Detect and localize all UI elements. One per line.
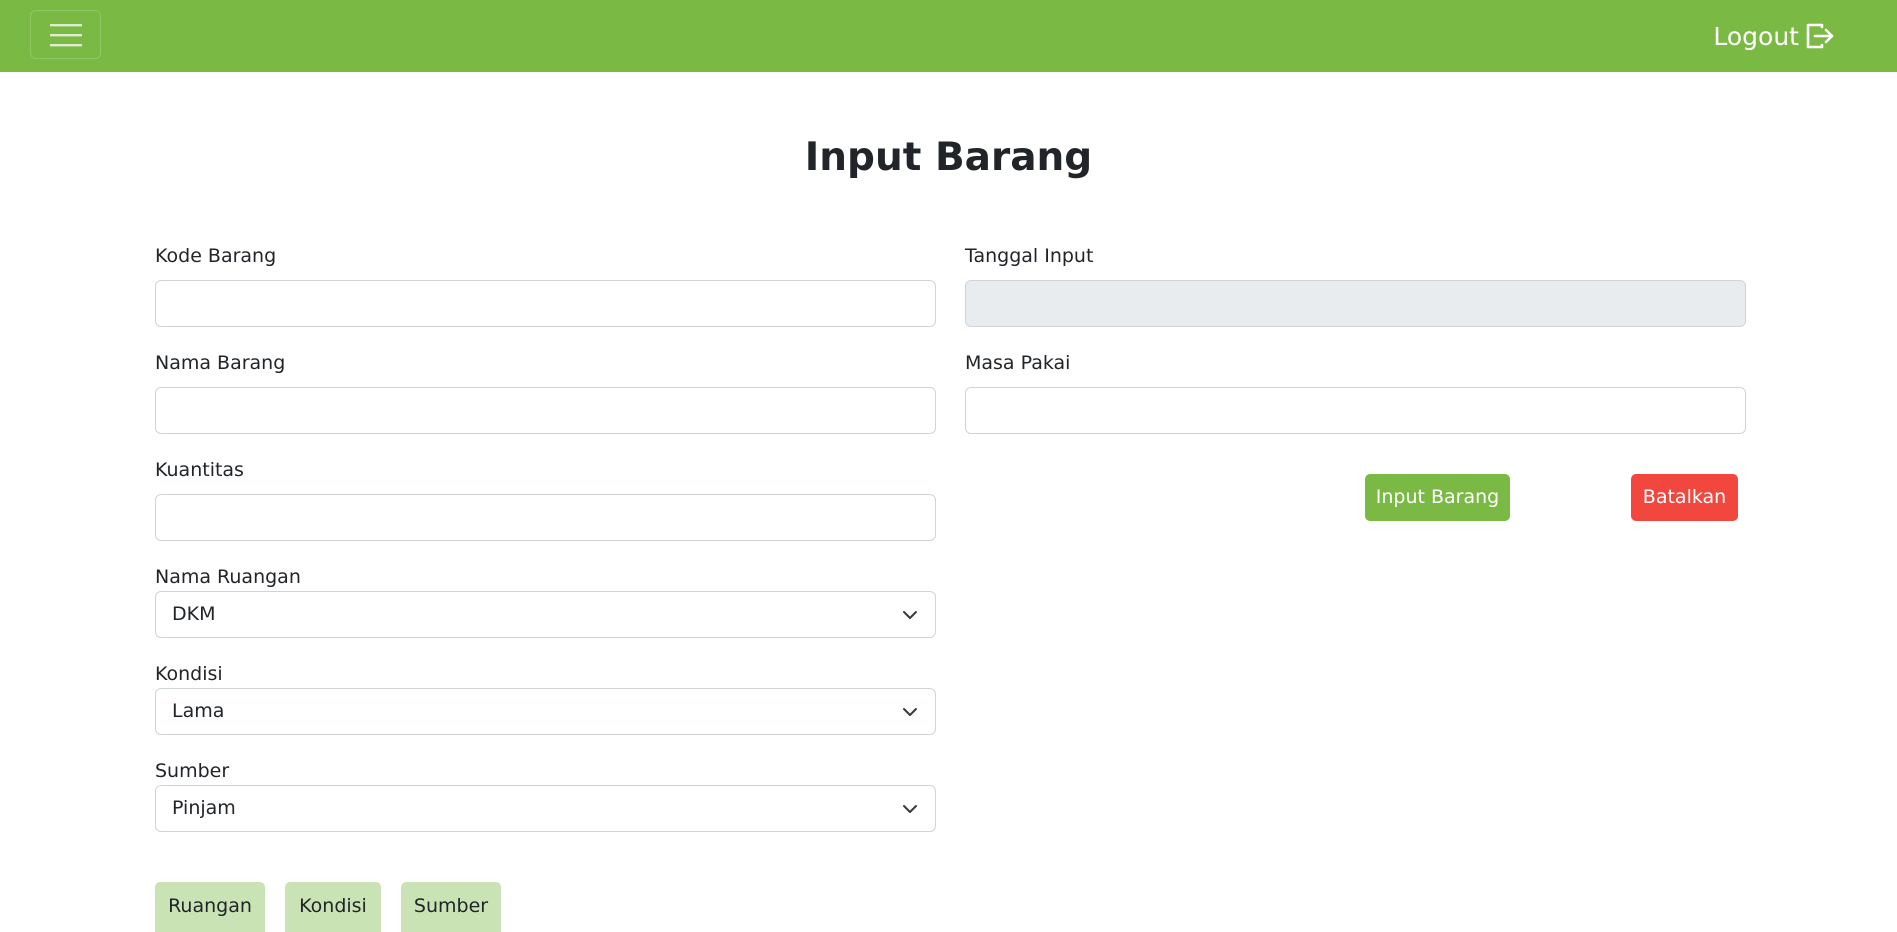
kondisi-label: Kondisi bbox=[155, 663, 223, 685]
top-navbar: Logout bbox=[0, 0, 1897, 72]
kode-barang-label: Kode Barang bbox=[155, 245, 277, 267]
masa-pakai-label: Masa Pakai bbox=[965, 352, 1071, 374]
nama-ruangan-label: Nama Ruangan bbox=[155, 566, 301, 588]
kode-barang-input[interactable] bbox=[155, 280, 936, 327]
logout-button[interactable]: Logout bbox=[1713, 17, 1835, 55]
logout-label: Logout bbox=[1713, 21, 1799, 51]
nama-barang-label: Nama Barang bbox=[155, 352, 286, 374]
batalkan-button[interactable]: Batalkan bbox=[1631, 474, 1738, 521]
sumber-label: Sumber bbox=[155, 760, 230, 782]
logout-icon bbox=[1806, 23, 1834, 49]
kondisi-selected: Lama bbox=[172, 700, 225, 722]
kondisi-select[interactable]: Lama bbox=[155, 688, 936, 735]
nama-ruangan-selected: DKM bbox=[172, 603, 216, 625]
nama-ruangan-select[interactable]: DKM bbox=[155, 591, 936, 638]
ruangan-button[interactable]: Ruangan bbox=[155, 882, 265, 932]
sumber-button[interactable]: Sumber bbox=[401, 882, 501, 932]
kuantitas-input[interactable] bbox=[155, 494, 936, 541]
hamburger-menu-icon bbox=[49, 23, 82, 46]
tanggal-input-field bbox=[965, 280, 1746, 327]
kuantitas-label: Kuantitas bbox=[155, 459, 244, 481]
menu-toggle-button[interactable] bbox=[30, 10, 101, 59]
masa-pakai-input[interactable] bbox=[965, 387, 1746, 434]
tanggal-input-label: Tanggal Input bbox=[965, 245, 1094, 267]
chevron-down-icon bbox=[903, 611, 917, 619]
sumber-selected: Pinjam bbox=[172, 797, 236, 819]
nama-barang-input[interactable] bbox=[155, 387, 936, 434]
input-barang-button[interactable]: Input Barang bbox=[1365, 474, 1510, 521]
sumber-select[interactable]: Pinjam bbox=[155, 785, 936, 832]
chevron-down-icon bbox=[903, 708, 917, 716]
kondisi-button[interactable]: Kondisi bbox=[285, 882, 381, 932]
page-title: Input Barang bbox=[804, 135, 1093, 180]
chevron-down-icon bbox=[903, 805, 917, 813]
